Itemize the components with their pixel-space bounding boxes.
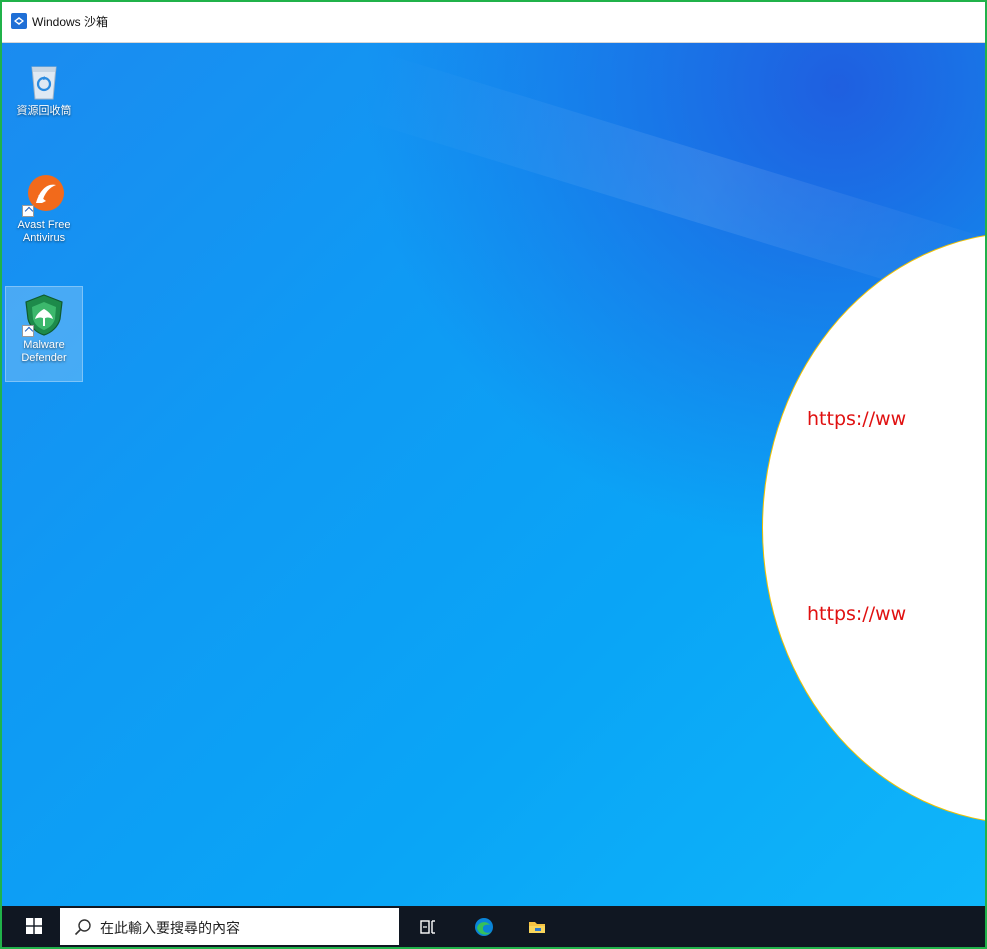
sandbox-window: Windows 沙箱 資源回收筒 Avast Free Antivirus Ma… — [0, 0, 987, 949]
edge-icon[interactable] — [474, 917, 494, 937]
taskbar: 在此輸入要搜尋的內容 — [2, 906, 985, 947]
shortcut-arrow-icon — [22, 325, 34, 337]
desktop-icon-recycle-bin[interactable]: 資源回收筒 — [6, 53, 82, 118]
desktop-icon-malware-defender[interactable]: Malware Defender — [5, 286, 83, 382]
desktop-icon-label: 資源回收筒 — [16, 105, 72, 117]
desktop-icon-label: Avast Free Antivirus — [17, 219, 71, 244]
desktop-icon-label: Malware Defender — [21, 339, 67, 364]
task-view-icon[interactable] — [418, 917, 438, 937]
file-explorer-icon[interactable] — [527, 917, 547, 937]
windows-start-icon[interactable] — [26, 918, 42, 934]
window-titlebar[interactable]: Windows 沙箱 — [2, 2, 985, 43]
search-icon — [74, 919, 91, 936]
windows-sandbox-icon — [11, 13, 27, 29]
window-title: Windows 沙箱 — [32, 15, 109, 29]
shortcut-arrow-icon — [22, 205, 34, 217]
taskbar-search-box[interactable]: 在此輸入要搜尋的內容 — [60, 908, 399, 945]
search-placeholder: 在此輸入要搜尋的內容 — [100, 921, 240, 937]
desktop-icon-avast[interactable]: Avast Free Antivirus — [6, 167, 82, 245]
recycle-bin-icon — [31, 66, 57, 100]
callout-url-1: https://ww — [807, 408, 907, 430]
callout-url-2: https://ww — [807, 603, 907, 625]
